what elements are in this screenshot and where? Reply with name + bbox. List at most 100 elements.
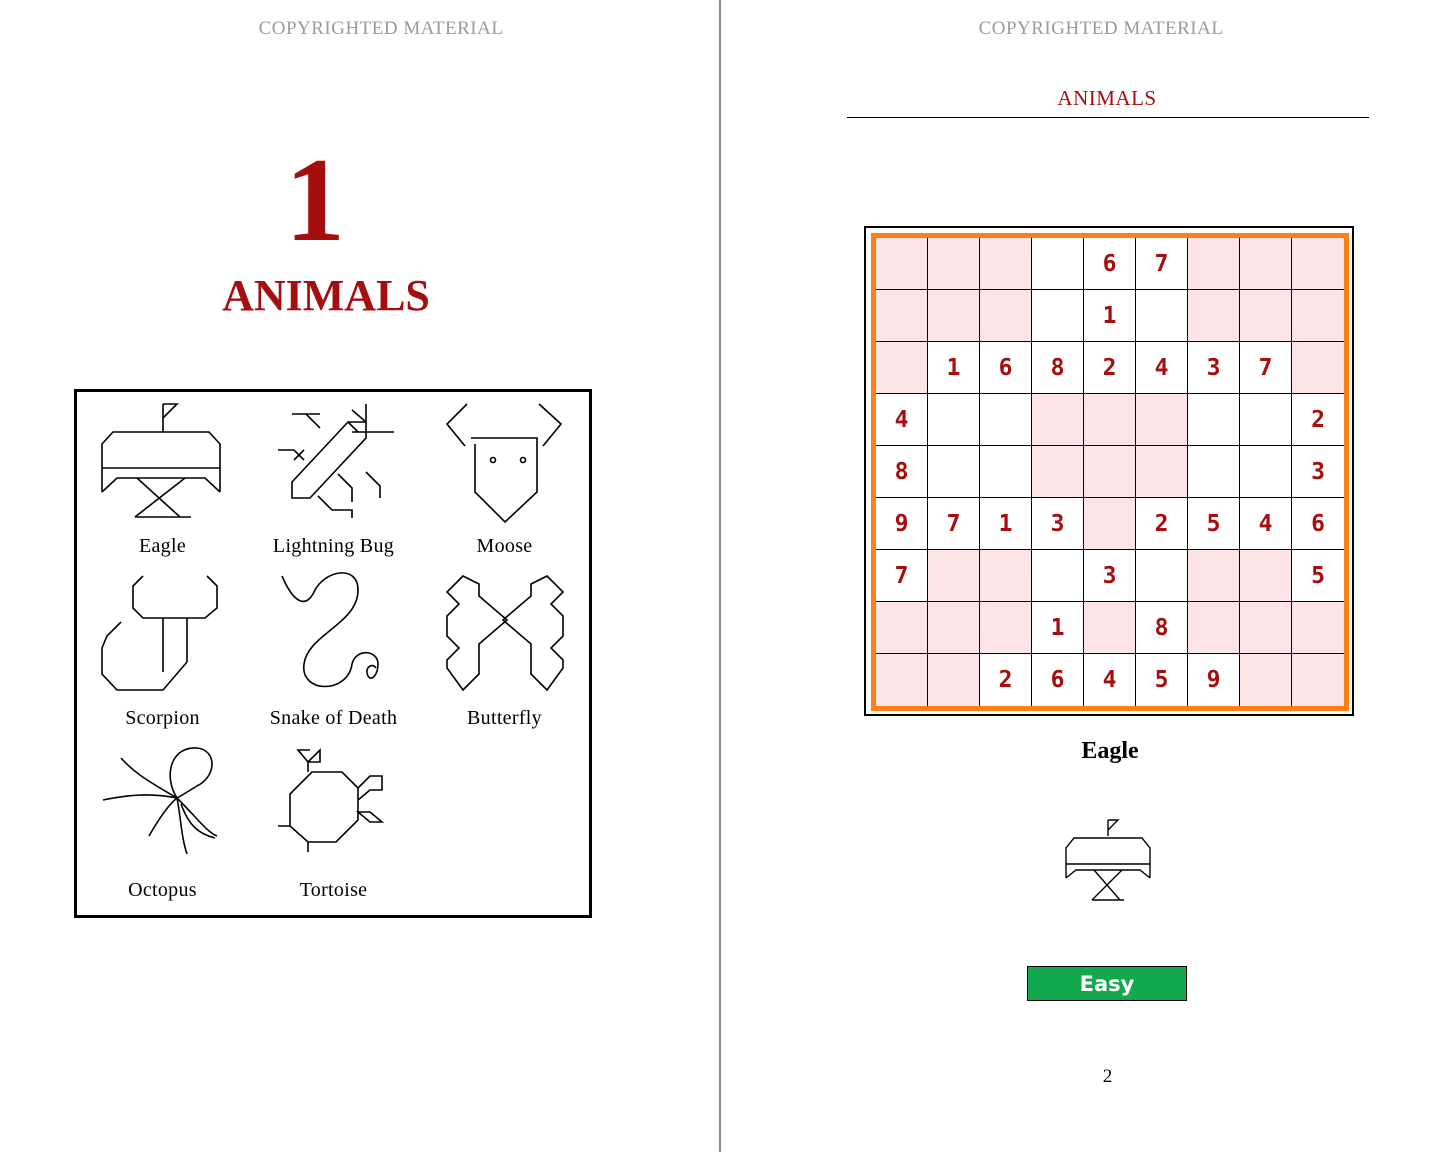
sudoku-cell: 1 [1032, 602, 1084, 654]
page-number: 2 [1102, 1066, 1113, 1087]
sudoku-cell: 2 [1084, 342, 1136, 394]
octopus-icon [102, 747, 218, 855]
left-page-header: COPYRIGHTED MATERIAL [258, 18, 504, 39]
puzzle-label: Eagle [138, 535, 187, 557]
sudoku-cell [980, 238, 1032, 290]
sudoku-cell [928, 446, 980, 498]
sudoku-cell [1136, 446, 1188, 498]
sudoku-cell [1084, 446, 1136, 498]
sudoku-cell [1240, 446, 1292, 498]
sudoku-cell: 7 [1136, 238, 1188, 290]
puzzle-label: Scorpion [125, 707, 200, 729]
sudoku-cell: 6 [1084, 238, 1136, 290]
chapter-title: ANIMALS [222, 271, 430, 320]
sudoku-cell [1240, 602, 1292, 654]
sudoku-cell: 9 [1188, 654, 1240, 706]
sudoku-cell: 2 [1136, 498, 1188, 550]
sudoku-cell [1084, 498, 1136, 550]
sudoku-cell [928, 290, 980, 342]
sudoku-cell [928, 602, 980, 654]
sudoku-cell: 8 [1032, 342, 1084, 394]
puzzle-label: Lightning Bug [272, 535, 395, 557]
right-page-header: COPYRIGHTED MATERIAL [978, 18, 1224, 39]
sudoku-cell [928, 238, 980, 290]
sudoku-cell: 3 [1084, 550, 1136, 602]
snake-icon [281, 572, 379, 688]
sudoku-cell [1136, 550, 1188, 602]
sudoku-cell [876, 654, 928, 706]
difficulty-badge: Easy [1027, 966, 1187, 1001]
sudoku-cell [1292, 238, 1344, 290]
sudoku-cell [1032, 290, 1084, 342]
sudoku-cell: 7 [928, 498, 980, 550]
sudoku-cell [1292, 602, 1344, 654]
lightning-bug-icon [278, 404, 394, 518]
sudoku-cell: 8 [876, 446, 928, 498]
sudoku-cell: 4 [876, 394, 928, 446]
running-head: ANIMALS [1057, 86, 1157, 110]
sudoku-cell: 3 [1188, 342, 1240, 394]
tortoise-icon [278, 748, 385, 852]
sudoku-cell [876, 342, 928, 394]
sudoku-cell: 2 [980, 654, 1032, 706]
sudoku-cell [1084, 394, 1136, 446]
sudoku-cell: 3 [1032, 498, 1084, 550]
sudoku-cell [1240, 654, 1292, 706]
puzzle-index-item: Butterfly [419, 564, 590, 736]
sudoku-cell: 3 [1292, 446, 1344, 498]
puzzle-index-item: Tortoise [248, 736, 419, 908]
sudoku-cell [1084, 602, 1136, 654]
sudoku-cell [1032, 394, 1084, 446]
page-spine [719, 0, 721, 1152]
moose-icon [445, 403, 563, 524]
sudoku-cell: 8 [1136, 602, 1188, 654]
puzzle-label: Moose [476, 535, 533, 557]
puzzle-index-item: Eagle [77, 392, 248, 564]
sudoku-cell [876, 238, 928, 290]
sudoku-cell [980, 550, 1032, 602]
sudoku-cell: 1 [928, 342, 980, 394]
puzzle-index-item: Scorpion [77, 564, 248, 736]
puzzle-label: Butterfly [467, 707, 542, 729]
sudoku-cell [1032, 446, 1084, 498]
sudoku-cell [1188, 290, 1240, 342]
sudoku-cell: 6 [980, 342, 1032, 394]
sudoku-cell: 5 [1292, 550, 1344, 602]
sudoku-puzzle: 67116824374283971325467351826459 [864, 226, 1354, 716]
sudoku-cell: 4 [1240, 498, 1292, 550]
sudoku-cell [928, 654, 980, 706]
sudoku-cell [1032, 238, 1084, 290]
scorpion-icon [101, 575, 218, 691]
sudoku-cell: 5 [1136, 654, 1188, 706]
puzzle-index-item: Snake of Death [248, 564, 419, 736]
sudoku-cell [1188, 602, 1240, 654]
sudoku-cell [1240, 550, 1292, 602]
sudoku-cell: 5 [1188, 498, 1240, 550]
sudoku-cell [980, 602, 1032, 654]
sudoku-cell [1292, 654, 1344, 706]
sudoku-cell [1292, 290, 1344, 342]
sudoku-cell [928, 394, 980, 446]
running-head-rule [847, 117, 1369, 118]
eagle-icon [101, 403, 221, 518]
sudoku-cell [1188, 238, 1240, 290]
puzzle-label: Octopus [128, 879, 197, 901]
puzzle-title: Eagle [1081, 738, 1139, 764]
sudoku-cell [980, 394, 1032, 446]
sudoku-cell: 2 [1292, 394, 1344, 446]
sudoku-cell: 6 [1032, 654, 1084, 706]
sudoku-cell [1188, 550, 1240, 602]
sudoku-cell: 9 [876, 498, 928, 550]
sudoku-cell [1136, 290, 1188, 342]
sudoku-cell [980, 446, 1032, 498]
sudoku-cell [1240, 238, 1292, 290]
sudoku-cell: 4 [1136, 342, 1188, 394]
sudoku-cell [928, 550, 980, 602]
butterfly-icon [445, 575, 565, 692]
eagle-icon [1065, 819, 1151, 901]
sudoku-cell: 7 [1240, 342, 1292, 394]
sudoku-cell: 6 [1292, 498, 1344, 550]
sudoku-cell: 4 [1084, 654, 1136, 706]
sudoku-cell [1292, 342, 1344, 394]
puzzle-index-box: Eagle Lightning Bug Moose Scorpion Snake… [74, 389, 592, 918]
